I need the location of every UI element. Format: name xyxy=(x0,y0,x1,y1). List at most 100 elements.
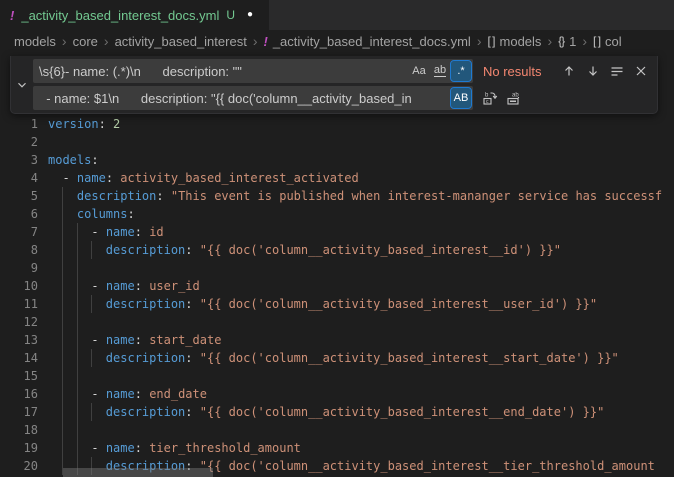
indent-guide xyxy=(77,223,78,241)
code-line[interactable]: - name: end_date xyxy=(48,385,674,403)
line-number: 3 xyxy=(0,151,38,169)
code-token: description xyxy=(106,351,185,365)
code-token: : xyxy=(156,189,163,203)
breadcrumb-label: models xyxy=(500,34,542,49)
breadcrumb-item-models[interactable]: models xyxy=(14,34,56,49)
chevron-right-icon: › xyxy=(62,34,67,48)
code-line[interactable]: models: xyxy=(48,151,674,169)
code-token: - xyxy=(91,333,105,347)
code-line[interactable] xyxy=(48,421,674,439)
preserve-case-button[interactable]: AB xyxy=(451,88,471,108)
indent-guide xyxy=(77,313,78,331)
code-line[interactable]: - name: tier_threshold_amount xyxy=(48,439,674,457)
indent-guide xyxy=(62,241,63,259)
breadcrumb-item-symbol-col[interactable]: [ ] col xyxy=(593,34,622,49)
next-match-button[interactable] xyxy=(582,60,604,82)
code-line[interactable] xyxy=(48,367,674,385)
code-token: id xyxy=(149,225,163,239)
code-token: activity_based_interest_activated xyxy=(120,171,358,185)
replace-button[interactable]: b c xyxy=(479,87,501,109)
replace-input[interactable]: - name: $1\n description: "{{ doc('colum… xyxy=(33,86,473,110)
code-token: "{{ doc('column__activity_based_interest… xyxy=(200,243,561,257)
line-number: 20 xyxy=(0,457,38,475)
code-token: description xyxy=(106,243,185,257)
code-token: "{{ doc('column__activity_based_interest… xyxy=(200,351,619,365)
code-token xyxy=(193,405,200,419)
code-token: : xyxy=(91,153,98,167)
code-token: tier_threshold_amount xyxy=(149,441,301,455)
indent-guide xyxy=(77,439,78,457)
code-token xyxy=(48,441,91,455)
breadcrumb-item-core[interactable]: core xyxy=(73,34,98,49)
code-token: description xyxy=(106,297,185,311)
line-number: 5 xyxy=(0,187,38,205)
close-find-button[interactable] xyxy=(630,60,652,82)
line-number: 11 xyxy=(0,295,38,313)
code-line[interactable]: description: "{{ doc('column__activity_b… xyxy=(48,241,674,259)
find-replace-widget: \s{6}- name: (.*)\n description: "" Aa a… xyxy=(10,56,658,114)
indent-guide xyxy=(62,403,63,421)
previous-match-button[interactable] xyxy=(558,60,580,82)
tab-filename: _activity_based_interest_docs.yml xyxy=(21,8,219,23)
code-token: : xyxy=(135,333,142,347)
replace-all-button[interactable]: ab xyxy=(503,87,525,109)
tab-bar: ! _activity_based_interest_docs.yml U ● xyxy=(0,0,674,30)
indent-guide xyxy=(91,403,92,421)
preserve-case-label: AB xyxy=(454,92,469,104)
line-number: 9 xyxy=(0,259,38,277)
breadcrumb-item-folder[interactable]: activity_based_interest xyxy=(115,34,247,49)
search-input-value: \s{6}- name: (.*)\n description: "" xyxy=(39,64,408,79)
indent-guide xyxy=(62,367,63,385)
code-line[interactable]: - name: id xyxy=(48,223,674,241)
object-symbol-icon: {} xyxy=(558,34,564,48)
code-token xyxy=(48,171,62,185)
code-token: - xyxy=(91,387,105,401)
breadcrumb-label: models xyxy=(14,34,56,49)
breadcrumb-label: col xyxy=(605,34,622,49)
code-line[interactable]: - name: start_date xyxy=(48,331,674,349)
code-line[interactable] xyxy=(48,313,674,331)
line-number: 18 xyxy=(0,421,38,439)
modified-dot-icon[interactable]: ● xyxy=(247,10,253,20)
code-editor[interactable]: 1234567891011121314151617181920 version:… xyxy=(0,52,674,477)
line-number: 17 xyxy=(0,403,38,421)
svg-text:b: b xyxy=(485,93,489,99)
find-results-status: No results xyxy=(483,64,542,79)
code-token: name xyxy=(77,171,106,185)
code-token: - xyxy=(91,279,105,293)
find-in-selection-button[interactable] xyxy=(606,60,628,82)
match-case-button[interactable]: Aa xyxy=(409,61,429,81)
indent-guide xyxy=(62,331,63,349)
code-line[interactable]: columns: xyxy=(48,205,674,223)
chevron-right-icon: › xyxy=(582,34,587,48)
match-case-label: Aa xyxy=(412,65,425,77)
code-line[interactable]: version: 2 xyxy=(48,115,674,133)
code-token xyxy=(48,225,91,239)
search-input[interactable]: \s{6}- name: (.*)\n description: "" Aa a… xyxy=(33,59,473,83)
code-line[interactable]: description: "{{ doc('column__activity_b… xyxy=(48,403,674,421)
editor-tab[interactable]: ! _activity_based_interest_docs.yml U ● xyxy=(0,0,270,30)
code-line[interactable]: - name: user_id xyxy=(48,277,674,295)
horizontal-scrollbar-thumb[interactable] xyxy=(63,468,213,477)
indent-guide xyxy=(77,349,78,367)
code-token: - xyxy=(62,171,76,185)
breadcrumb-item-symbol-1[interactable]: {} 1 xyxy=(558,34,576,49)
code-line[interactable] xyxy=(48,259,674,277)
code-token: : xyxy=(185,405,192,419)
code-line[interactable]: - name: activity_based_interest_activate… xyxy=(48,169,674,187)
code-line[interactable]: description: "{{ doc('column__activity_b… xyxy=(48,295,674,313)
indent-guide xyxy=(77,385,78,403)
breadcrumb-item-file[interactable]: ! _activity_based_interest_docs.yml xyxy=(263,34,470,49)
code-line[interactable]: description: "This event is published wh… xyxy=(48,187,674,205)
whole-word-button[interactable]: ab xyxy=(430,61,450,81)
indent-guide xyxy=(77,331,78,349)
code-token: end_date xyxy=(149,387,207,401)
breadcrumb-label: activity_based_interest xyxy=(115,34,247,49)
code-token: "{{ doc('column__activity_based_interest… xyxy=(200,297,597,311)
regex-button[interactable]: .* xyxy=(451,61,471,81)
breadcrumb: models › core › activity_based_interest … xyxy=(0,30,674,52)
code-line[interactable] xyxy=(48,133,674,151)
code-line[interactable]: description: "{{ doc('column__activity_b… xyxy=(48,349,674,367)
breadcrumb-item-symbol-models[interactable]: [ ] models xyxy=(488,34,542,49)
toggle-replace-button[interactable] xyxy=(11,59,33,110)
